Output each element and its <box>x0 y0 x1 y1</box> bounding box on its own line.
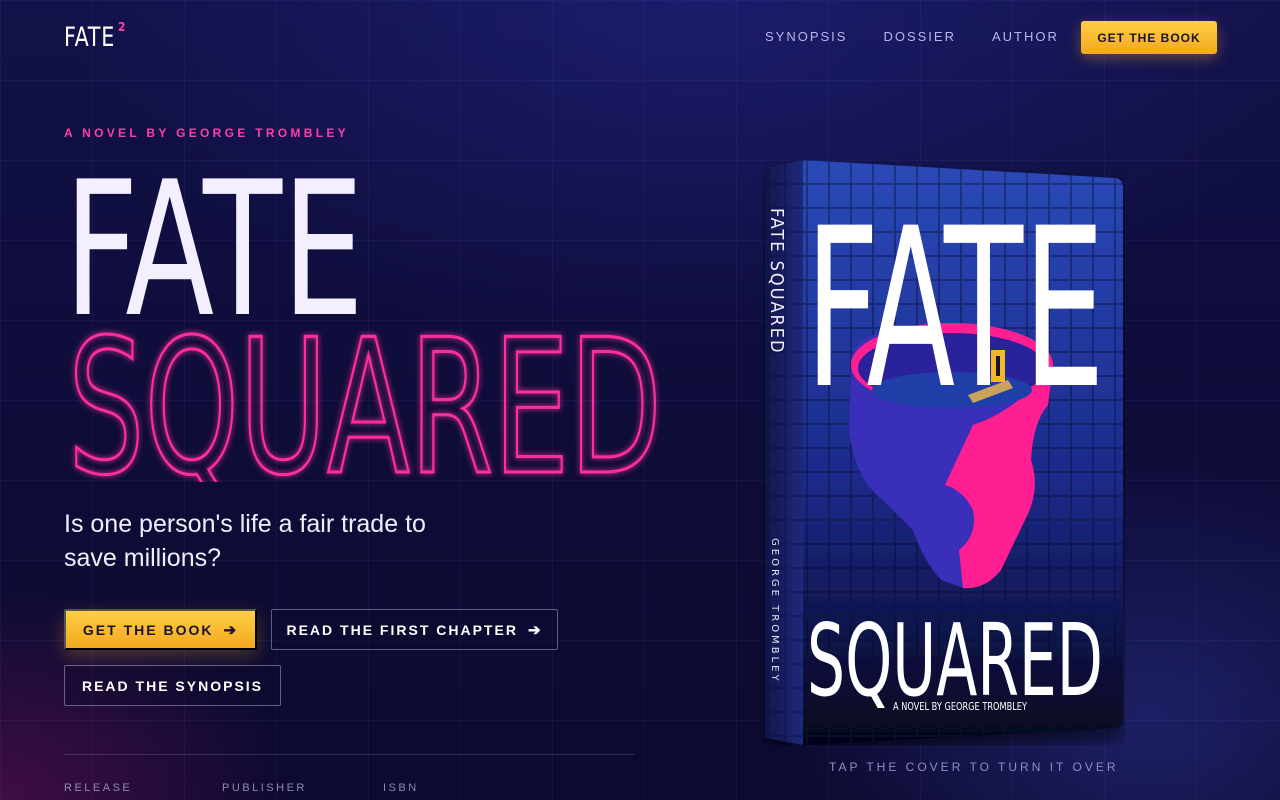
spine-title: FATE SQUARED <box>766 208 787 355</box>
nav-links: SYNOPSIS DOSSIER AUTHOR <box>765 29 1095 44</box>
get-book-label: GET THE BOOK <box>82 621 214 638</box>
read-synopsis-button[interactable]: READ THE SYNOPSIS <box>64 665 281 706</box>
hero-tagline: Is one person's life a fair trade to sav… <box>64 510 426 572</box>
hero-title-line2: SQUARED <box>68 322 662 482</box>
hero-title-squared: SQUARED <box>67 322 664 482</box>
nav-link-author[interactable]: AUTHOR <box>992 29 1059 44</box>
hero-title-fate: FATE <box>64 162 364 322</box>
read-first-chapter-label: READ THE FIRST CHAPTER <box>286 621 518 638</box>
nav-link-synopsis[interactable]: SYNOPSIS <box>765 29 847 44</box>
nav-link-dossier[interactable]: DOSSIER <box>883 29 956 44</box>
cover-title-top: FATE <box>805 181 1105 437</box>
cover-caption: TAP THE COVER TO TURN IT OVER <box>829 760 1119 774</box>
nav-get-book-button[interactable]: GET THE BOOK <box>1081 21 1217 54</box>
spine-author: GEORGE TROMBLEY <box>769 538 780 684</box>
meta-divider <box>64 754 635 755</box>
book-cover[interactable]: FATE SQUARED GEORGE TROMBLEY FATE SQUARE… <box>763 160 1125 745</box>
arrow-right-icon: ➔ <box>527 621 543 639</box>
read-synopsis-label: READ THE SYNOPSIS <box>81 677 264 694</box>
logo-wordmark: FATE <box>64 22 116 53</box>
site-logo[interactable]: FATE 2 <box>64 20 126 53</box>
meta-label-publisher: PUBLISHER <box>222 782 307 794</box>
hero-title-line1: FATE <box>64 162 364 322</box>
get-book-button[interactable]: GET THE BOOK ➔ <box>64 609 257 650</box>
cover-byline: A NOVEL BY GEORGE TROMBLEY <box>893 700 1027 713</box>
top-navigation: FATE 2 SYNOPSIS DOSSIER AUTHOR GET THE B… <box>0 0 1280 75</box>
arrow-right-icon: ➔ <box>223 621 239 639</box>
hero-kicker: A NOVEL BY GEORGE TROMBLEY <box>64 126 349 140</box>
logo-superscript: 2 <box>118 20 126 34</box>
meta-label-isbn: ISBN <box>383 782 419 794</box>
meta-label-release: RELEASE <box>64 782 133 794</box>
read-first-chapter-button[interactable]: READ THE FIRST CHAPTER ➔ <box>271 609 558 650</box>
